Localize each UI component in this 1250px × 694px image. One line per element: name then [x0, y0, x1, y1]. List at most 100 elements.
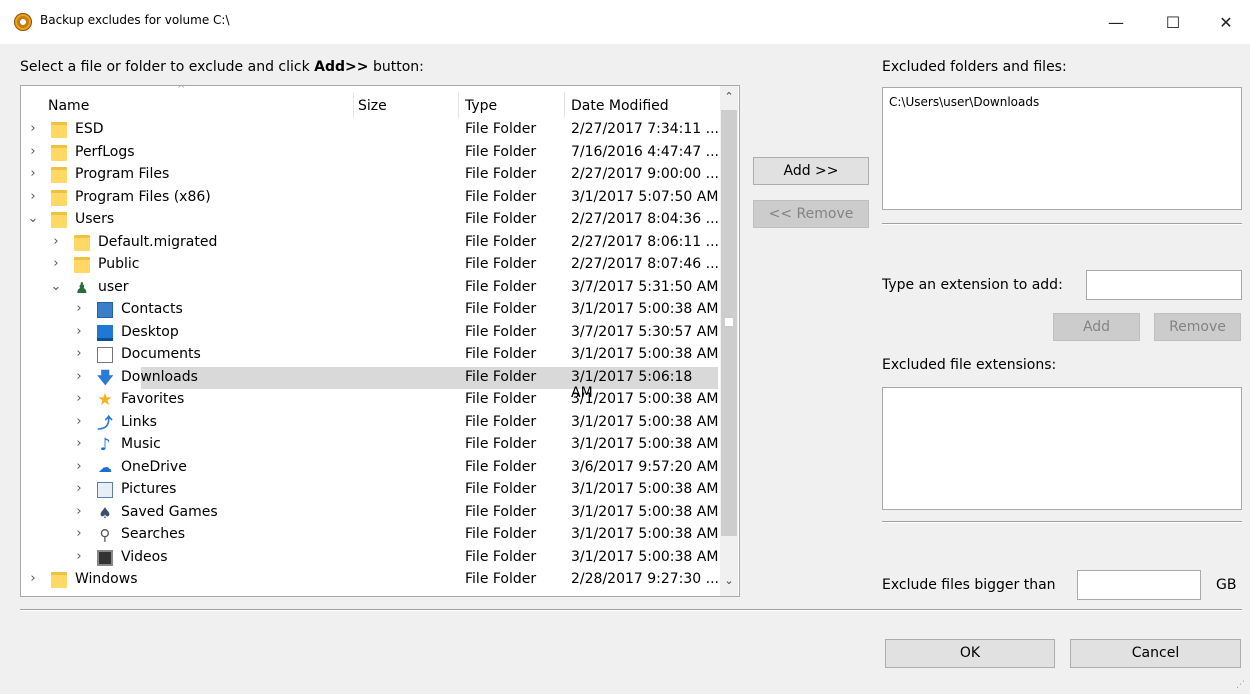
vertical-scrollbar[interactable]: ⌃ ⌄ [720, 86, 738, 596]
tree-row-date: 3/1/2017 5:00:38 AM [571, 301, 719, 317]
bottom-divider-highlight [20, 610, 1242, 611]
column-divider[interactable] [564, 92, 565, 118]
tree-row-type: File Folder [465, 413, 537, 430]
tree-row[interactable]: › Program Files (x86) File Folder 3/1/2017 … [21, 187, 720, 209]
tree-row-date: 3/1/2017 5:07:50 AM [571, 188, 719, 205]
extension-input[interactable] [1086, 270, 1242, 300]
downloads-icon: 🡇 [97, 367, 114, 387]
tree-row[interactable]: › Default.migrated File Folder 2/27/2017 8:… [21, 232, 720, 254]
add-button[interactable]: Add >> [753, 157, 869, 185]
tree-row-type: File Folder [465, 571, 537, 587]
tree-row-date: 2/27/2017 9:00:00 ... [571, 166, 720, 182]
tree-row[interactable]: › Pictures File Folder 3/1/2017 5:00:38 AM [21, 479, 720, 501]
tree-row-type: File Folder [465, 503, 537, 520]
column-divider[interactable] [353, 92, 354, 118]
tree-row-name: PerfLogs [75, 143, 135, 160]
chevron-right-icon[interactable]: › [73, 481, 85, 496]
chevron-right-icon[interactable]: › [73, 301, 85, 316]
chevron-right-icon[interactable]: › [27, 121, 39, 136]
folder-icon [51, 167, 67, 183]
tree-row[interactable]: › ⤴ Links File Folder 3/1/2017 5:00:38 AM [21, 412, 720, 434]
tree-row[interactable]: › Documents File Folder 3/1/2017 5:00:38 AM [21, 344, 720, 366]
tree-row-type: File Folder [465, 323, 537, 340]
chevron-right-icon[interactable]: › [73, 391, 85, 406]
tree-row-date: 3/1/2017 5:00:38 AM [571, 346, 719, 362]
excluded-item[interactable]: C:\Users\user\Downloads [889, 95, 1241, 109]
sort-arrow-icon: ^ [177, 85, 186, 95]
tree-row[interactable]: › ★ Favorites File Folder 3/1/2017 5:00:38 A… [21, 389, 720, 411]
minimize-button[interactable]: — [1093, 8, 1139, 36]
column-date-modified[interactable]: Date Modified [571, 98, 669, 114]
excluded-folders-label: Excluded folders and files: [882, 59, 1067, 75]
chevron-down-icon[interactable]: ⌄ [27, 211, 39, 226]
tree-row-date: 3/1/2017 5:00:38 AM [571, 436, 719, 452]
folder-tree[interactable]: Name ^ Size Type Date Modified › ESD File … [20, 85, 740, 597]
chevron-right-icon[interactable]: › [27, 166, 39, 181]
cancel-button[interactable]: Cancel [1070, 639, 1241, 668]
chevron-right-icon[interactable]: › [73, 504, 85, 519]
tree-row[interactable]: › ♠ Saved Games File Folder 3/1/2017 5:00:38… [21, 502, 720, 524]
tree-row-date: 3/6/2017 9:57:20 AM [571, 458, 719, 475]
tree-row-type: File Folder [465, 458, 537, 475]
chevron-right-icon[interactable]: › [73, 436, 85, 451]
instruction-suffix: button: [368, 59, 424, 75]
excluded-extensions-list[interactable] [882, 387, 1242, 510]
scroll-down-icon[interactable]: ⌄ [720, 574, 738, 592]
folder-icon [51, 212, 67, 228]
divider-highlight [882, 522, 1242, 523]
chevron-down-icon[interactable]: ⌄ [50, 279, 62, 294]
chevron-right-icon[interactable]: › [27, 144, 39, 159]
tree-row-name: Public [98, 256, 140, 272]
tree-row[interactable]: ⌄ Users File Folder 2/27/2017 8:04:36 ... [21, 209, 720, 231]
tree-row-type: File Folder [465, 481, 537, 497]
chevron-right-icon[interactable]: › [73, 346, 85, 361]
column-divider[interactable] [458, 92, 459, 118]
tree-row[interactable]: › ⚲ Searches File Folder 3/1/2017 5:00:38 AM [21, 524, 720, 546]
tree-row-date: 2/27/2017 7:34:11 ... [571, 121, 720, 137]
resize-grip-icon[interactable]: ⋰ [1236, 680, 1245, 690]
tree-row-type: File Folder [465, 188, 537, 205]
tree-row[interactable]: › 🡇 Downloads File Folder 3/1/2017 5:06:18 A… [76, 366, 718, 401]
column-size[interactable]: Size [358, 98, 387, 114]
tree-row[interactable]: › ☁ OneDrive File Folder 3/6/2017 9:57:20 AM [21, 457, 720, 479]
tree-row[interactable]: › PerfLogs File Folder 7/16/2016 4:47:47 ..… [21, 142, 720, 164]
scroll-up-icon[interactable]: ⌃ [720, 90, 738, 108]
chevron-right-icon[interactable]: › [73, 369, 85, 384]
tree-row[interactable]: ⌄ ♟ user File Folder 3/7/2017 5:31:50 AM [21, 277, 720, 299]
tree-row-type: File Folder [465, 301, 537, 317]
chevron-right-icon[interactable]: › [73, 459, 85, 474]
chevron-right-icon[interactable]: › [73, 414, 85, 429]
chevron-right-icon[interactable]: › [73, 526, 85, 541]
extension-remove-button[interactable]: Remove [1154, 313, 1241, 341]
tree-row[interactable]: › ♪ Music File Folder 3/1/2017 5:00:38 AM [21, 434, 720, 456]
tree-row-date: 3/1/2017 5:00:38 AM [571, 503, 719, 520]
chevron-right-icon[interactable]: › [27, 571, 39, 586]
ok-button[interactable]: OK [885, 639, 1055, 668]
close-button[interactable]: ✕ [1203, 8, 1249, 36]
tree-row[interactable]: › Videos File Folder 3/1/2017 5:00:38 AM [21, 547, 720, 569]
chevron-right-icon[interactable]: › [27, 189, 39, 204]
column-type[interactable]: Type [465, 98, 497, 114]
extension-add-button[interactable]: Add [1053, 313, 1140, 341]
maximize-icon: ☐ [1165, 12, 1181, 32]
size-limit-input[interactable] [1077, 570, 1201, 600]
tree-row[interactable]: › ESD File Folder 2/27/2017 7:34:11 ... [21, 119, 720, 141]
tree-row-name: Videos [121, 548, 168, 565]
tree-row[interactable]: › Program Files File Folder 2/27/2017 9:00:… [21, 164, 720, 186]
tree-row[interactable]: › Desktop File Folder 3/7/2017 5:30:57 AM [21, 322, 720, 344]
tree-row[interactable]: › Contacts File Folder 3/1/2017 5:00:38 AM [21, 299, 720, 321]
instruction-label: Select a file or folder to exclude and c… [20, 59, 424, 75]
chevron-right-icon[interactable]: › [50, 256, 62, 271]
maximize-button[interactable]: ☐ [1150, 8, 1196, 36]
tree-row-date: 3/1/2017 5:00:38 AM [571, 526, 719, 542]
excluded-folders-list[interactable]: C:\Users\user\Downloads [882, 87, 1242, 210]
saved-games-icon: ♠ [98, 503, 112, 522]
desktop-icon [97, 324, 113, 341]
chevron-right-icon[interactable]: › [73, 324, 85, 339]
chevron-right-icon[interactable]: › [73, 549, 85, 564]
remove-button[interactable]: << Remove [753, 200, 869, 228]
column-name[interactable]: Name [48, 98, 89, 114]
tree-row[interactable]: › Public File Folder 2/27/2017 8:07:46 ... [21, 254, 720, 276]
tree-row[interactable]: › Windows File Folder 2/28/2017 9:27:30 ... [21, 569, 720, 591]
chevron-right-icon[interactable]: › [50, 234, 62, 249]
